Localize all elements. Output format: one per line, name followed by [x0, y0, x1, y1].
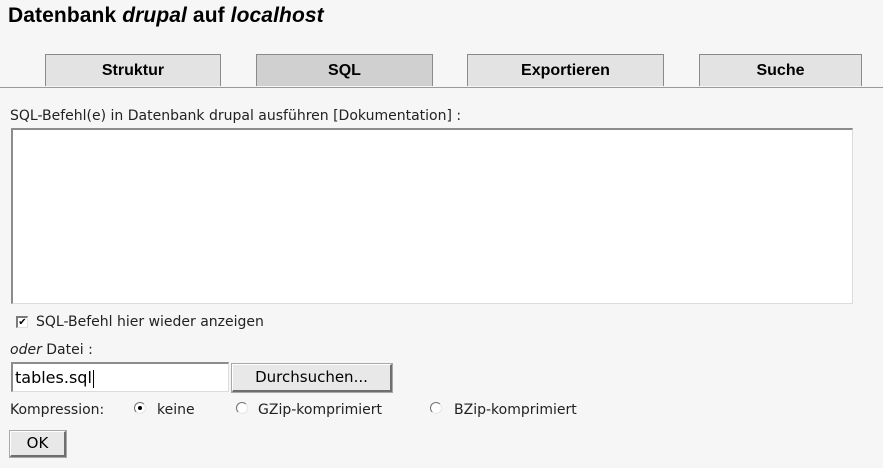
compression-label: Kompression:: [10, 402, 105, 418]
oder-text: oder: [10, 342, 42, 358]
page-title: Datenbank drupal auf localhost: [8, 4, 324, 28]
show-query-label: SQL-Befehl hier wieder anzeigen: [36, 314, 264, 330]
tab-label: Exportieren: [521, 62, 610, 79]
sql-query-label: SQL-Befehl(e) in Datenbank drupal ausfüh…: [10, 108, 462, 124]
browse-button[interactable]: Durchsuchen...: [231, 363, 393, 393]
radio-dot-icon: [138, 406, 142, 410]
tab-bar: Struktur SQL Exportieren Suche: [0, 54, 883, 88]
file-path-input[interactable]: tables.sql: [11, 362, 229, 392]
tab-label: SQL: [328, 62, 361, 79]
text-caret: [92, 369, 94, 388]
title-middle: auf: [186, 4, 231, 27]
title-prefix: Datenbank: [8, 4, 123, 27]
show-query-checkbox[interactable]: ✔: [16, 316, 28, 328]
ok-label: OK: [26, 434, 49, 452]
file-label: oder Datei :: [10, 342, 93, 358]
tab-sql[interactable]: SQL: [256, 54, 433, 86]
browse-label: Durchsuchen...: [255, 368, 368, 386]
datei-text: Datei :: [41, 342, 93, 358]
radio-bzip[interactable]: [430, 402, 442, 414]
tab-label: Struktur: [101, 62, 165, 79]
radio-gzip[interactable]: [236, 402, 248, 414]
tab-divider: [0, 87, 883, 88]
radio-keine-label: keine: [157, 402, 195, 418]
tab-struktur[interactable]: Struktur: [45, 54, 221, 86]
tab-suche[interactable]: Suche: [699, 54, 862, 86]
file-path-value: tables.sql: [15, 368, 92, 387]
ok-button[interactable]: OK: [9, 430, 67, 458]
database-name: drupal: [122, 4, 187, 27]
tab-exportieren[interactable]: Exportieren: [467, 54, 664, 86]
radio-gzip-label: GZip-komprimiert: [258, 402, 382, 418]
radio-keine[interactable]: [134, 402, 146, 414]
tab-label: Suche: [756, 62, 805, 79]
sql-query-textarea[interactable]: [11, 128, 853, 304]
host-name: localhost: [230, 4, 324, 27]
check-mark-icon: ✔: [18, 317, 27, 328]
radio-bzip-label: BZip-komprimiert: [454, 402, 577, 418]
